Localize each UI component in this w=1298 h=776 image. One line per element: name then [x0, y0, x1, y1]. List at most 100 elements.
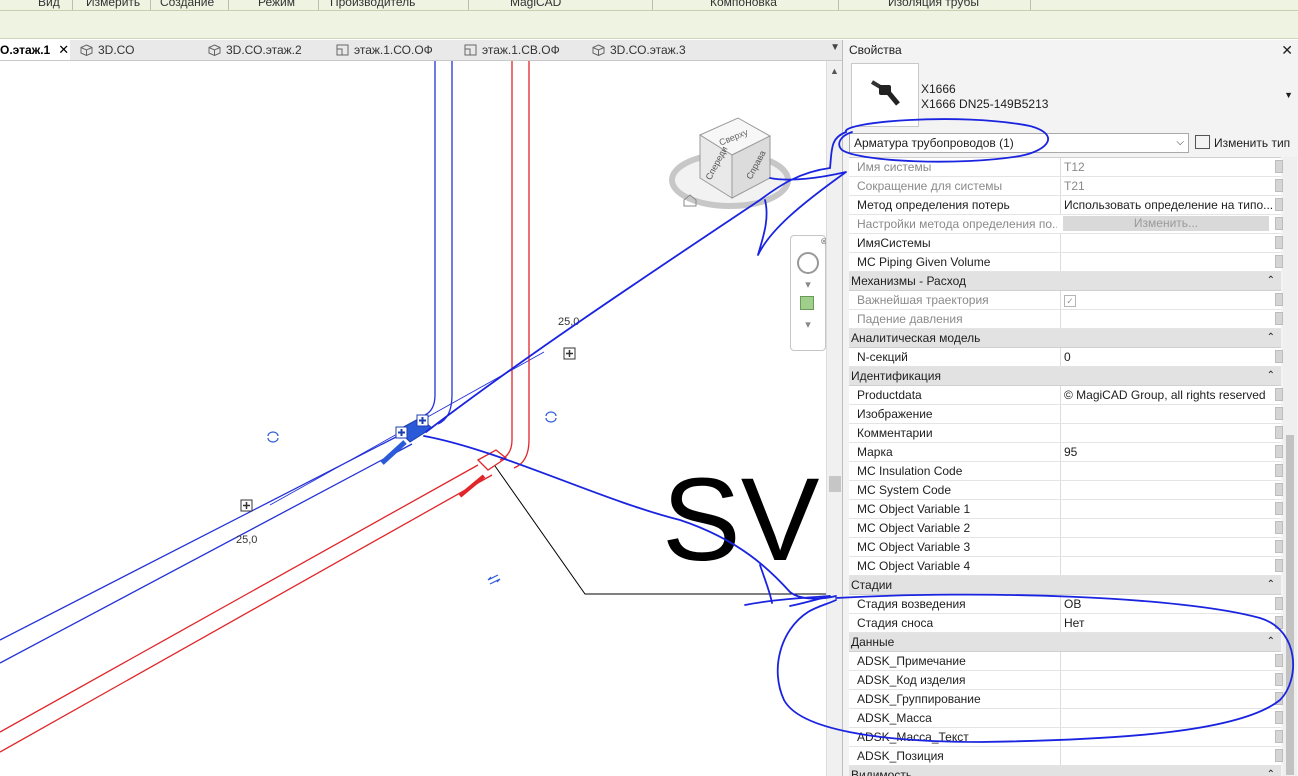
chevron-down-icon[interactable]: ▼	[1284, 90, 1293, 100]
property-checkbox[interactable]: ✓	[1060, 291, 1276, 309]
row-edit-icon[interactable]	[1275, 445, 1283, 458]
ribbon-tab-mode[interactable]: Режим	[258, 0, 295, 9]
row-edit-icon[interactable]	[1275, 198, 1283, 211]
type-selector[interactable]: X1666 X1666 DN25-149B5213	[921, 82, 1048, 112]
property-group-header[interactable]: Аналитическая модель ⌃	[849, 329, 1281, 348]
row-edit-icon[interactable]	[1275, 483, 1283, 496]
row-edit-icon[interactable]	[1275, 616, 1283, 629]
row-edit-icon[interactable]	[1275, 217, 1283, 230]
ribbon-tab-manufacturer[interactable]: Производитель	[330, 0, 415, 9]
property-value[interactable]	[1060, 671, 1276, 689]
scroll-thumb[interactable]	[829, 476, 841, 492]
row-edit-icon[interactable]	[1275, 160, 1283, 173]
tab-3d-co[interactable]: 3D.СО	[78, 40, 134, 60]
ribbon-tab-view[interactable]: Вид	[38, 0, 60, 9]
property-group-header[interactable]: Идентификация ⌃	[849, 367, 1281, 386]
close-icon[interactable]: ⊗	[817, 236, 826, 247]
row-edit-icon[interactable]	[1275, 673, 1283, 686]
scroll-thumb[interactable]	[1286, 435, 1294, 775]
property-value[interactable]	[1060, 690, 1276, 708]
collapse-icon[interactable]: ⌃	[1267, 329, 1275, 347]
supply-pipe[interactable]	[0, 61, 545, 664]
property-value[interactable]: T21	[1060, 177, 1276, 195]
canvas-scrollbar[interactable]: ▲	[826, 61, 843, 776]
row-edit-icon[interactable]	[1275, 749, 1283, 762]
property-value[interactable]	[1060, 253, 1276, 271]
scroll-up-icon[interactable]: ▲	[830, 66, 839, 76]
ribbon-tab-magicad[interactable]: MagiCAD	[510, 0, 561, 9]
flip-icon[interactable]	[487, 574, 501, 585]
property-value[interactable]	[1060, 310, 1276, 328]
row-edit-icon[interactable]	[1275, 502, 1283, 515]
property-group-header[interactable]: Механизмы - Расход ⌃	[849, 272, 1281, 291]
row-edit-icon[interactable]	[1275, 426, 1283, 439]
property-group-header[interactable]: Данные ⌃	[849, 633, 1281, 652]
edit-settings-button[interactable]: Изменить...	[1063, 216, 1269, 231]
property-value[interactable]	[1060, 652, 1276, 670]
collapse-icon[interactable]: ⌃	[1267, 633, 1275, 651]
tab-3d-co-floor-2[interactable]: 3D.СО.этаж.2	[206, 40, 302, 60]
chevron-down-icon[interactable]: ▾	[791, 278, 825, 291]
checkbox[interactable]: ✓	[1064, 295, 1076, 307]
viewcube[interactable]: Сверху Спереди Справа	[669, 117, 791, 209]
property-value[interactable]: Нет	[1060, 614, 1276, 632]
steering-wheel-icon[interactable]	[797, 252, 819, 274]
row-edit-icon[interactable]	[1275, 407, 1283, 420]
ribbon-tab-layout[interactable]: Компоновка	[710, 0, 777, 9]
row-edit-icon[interactable]	[1275, 654, 1283, 667]
return-valve[interactable]	[458, 449, 508, 498]
property-value[interactable]	[1060, 709, 1276, 727]
property-value[interactable]: © MagiCAD Group, all rights reserved	[1060, 386, 1276, 404]
edit-type-button[interactable]: Изменить тип	[1195, 133, 1298, 153]
ribbon-tab-measure[interactable]: Измерить	[86, 0, 140, 9]
row-edit-icon[interactable]	[1275, 350, 1283, 363]
row-edit-icon[interactable]	[1275, 293, 1283, 306]
selected-valve[interactable]	[380, 414, 433, 465]
properties-scrollbar[interactable]	[1283, 157, 1297, 776]
row-edit-icon[interactable]	[1275, 255, 1283, 268]
collapse-icon[interactable]: ⌃	[1267, 367, 1275, 385]
ribbon-tab-pipe-insulation[interactable]: Изоляция трубы	[888, 0, 979, 9]
row-edit-icon[interactable]	[1275, 597, 1283, 610]
property-value[interactable]: T12	[1060, 158, 1276, 176]
property-value[interactable]	[1060, 728, 1276, 746]
row-edit-icon[interactable]	[1275, 312, 1283, 325]
instance-filter-dropdown[interactable]: Арматура трубопроводов (1) ⌵	[849, 133, 1189, 153]
property-value[interactable]: Использовать определение на типо...	[1060, 196, 1276, 214]
property-value[interactable]	[1060, 538, 1276, 556]
tab-list-dropdown-icon[interactable]: ▼	[830, 42, 840, 53]
property-value[interactable]: 0	[1060, 348, 1276, 366]
property-value[interactable]	[1060, 557, 1276, 575]
drawing-canvas[interactable]: Сверху Спереди Справа 25,0 25,0 SV ⊗ ▾ ▾	[0, 61, 826, 776]
property-value[interactable]	[1060, 424, 1276, 442]
close-icon[interactable]: ✕	[1281, 40, 1293, 60]
tab-floor-1[interactable]: О.этаж.1 ✕	[0, 40, 70, 60]
row-edit-icon[interactable]	[1275, 521, 1283, 534]
tab-3d-co-floor-3[interactable]: 3D.СО.этаж.3	[590, 40, 686, 60]
property-value[interactable]	[1060, 462, 1276, 480]
property-value[interactable]	[1060, 405, 1276, 423]
rotate-icon[interactable]	[545, 411, 557, 423]
row-edit-icon[interactable]	[1275, 730, 1283, 743]
property-value[interactable]	[1060, 481, 1276, 499]
property-group-header[interactable]: Стадии ⌃	[849, 576, 1281, 595]
property-value[interactable]: ОВ	[1060, 595, 1276, 613]
row-edit-icon[interactable]	[1275, 464, 1283, 477]
close-icon[interactable]: ✕	[58, 40, 69, 60]
row-edit-icon[interactable]	[1275, 692, 1283, 705]
property-value[interactable]	[1060, 234, 1276, 252]
row-edit-icon[interactable]	[1275, 236, 1283, 249]
property-value[interactable]	[1060, 500, 1276, 518]
rotate-icon[interactable]	[267, 431, 279, 443]
row-edit-icon[interactable]	[1275, 540, 1283, 553]
row-edit-icon[interactable]	[1275, 179, 1283, 192]
collapse-icon[interactable]: ⌃	[1267, 766, 1275, 776]
navigation-bar[interactable]: ⊗ ▾ ▾	[790, 235, 826, 351]
tab-floor-1-co-of[interactable]: этаж.1.СО.ОФ	[334, 40, 433, 60]
row-edit-icon[interactable]	[1275, 559, 1283, 572]
grip-icon[interactable]	[563, 347, 576, 360]
collapse-icon[interactable]: ⌃	[1267, 576, 1275, 594]
property-group-header[interactable]: Видимость ⌃	[849, 766, 1281, 776]
property-value[interactable]	[1060, 747, 1276, 765]
chevron-down-icon[interactable]: ▾	[791, 318, 825, 331]
